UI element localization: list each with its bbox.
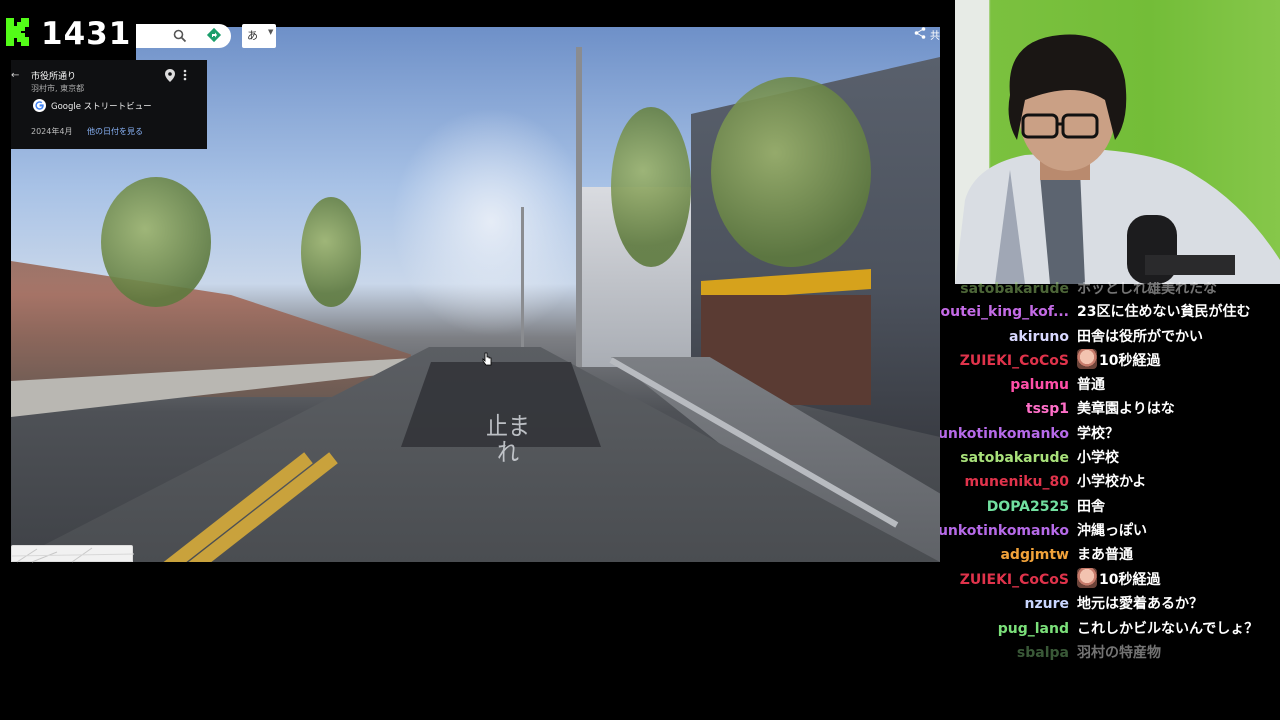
chat-username[interactable]: palumu (1010, 373, 1069, 397)
chat-message: unkotinkomanko 学校？ (940, 422, 1280, 446)
chat-message: akiruno 田舎は役所がでかい (940, 325, 1280, 349)
road-marking: 止まれ (485, 413, 530, 468)
tree (301, 197, 361, 307)
webcam-feed (955, 0, 1280, 284)
viewer-counter: 1431 (41, 16, 132, 52)
chat-text-content: 小学校かよ (1077, 474, 1147, 490)
tree (711, 77, 871, 267)
chat-username[interactable]: muneniku_80 (964, 470, 1069, 494)
back-arrow-icon[interactable]: ← (11, 70, 19, 81)
chat-text-content: 小学校 (1077, 450, 1119, 466)
minimap[interactable] (11, 545, 134, 563)
chat-username[interactable]: sbalpa (1017, 641, 1069, 662)
chat-username[interactable]: ZUIEKI_CoCoS (960, 349, 1069, 373)
chat-message: satobakarude ホッとしれ雄美れたな (940, 282, 1280, 301)
chat-message: tssp1 美章園よりはな (940, 397, 1280, 421)
chat-text-content: 沖縄っぽい (1077, 523, 1147, 539)
capture-date: 2024年4月 (31, 127, 73, 136)
chat-message: satobakarude 小学校 (940, 446, 1280, 470)
chat-message: unkotinkomanko 沖縄っぽい (940, 519, 1280, 543)
tree (611, 107, 691, 267)
chat-text: 小学校 (1077, 446, 1119, 470)
streamer-video (955, 0, 1280, 284)
caret-down-icon[interactable]: ▼ (268, 28, 273, 36)
chat-text: 小学校かよ (1077, 470, 1146, 494)
location-title: 市役所通り (31, 72, 77, 82)
chat-text-content: 羽村の特産物 (1077, 645, 1161, 661)
chat-text-content: これしかビルないんでしょ？ (1077, 621, 1259, 637)
chat-text-content: 10秒経過 (1099, 353, 1161, 369)
chat-text-content: 10秒経過 (1099, 572, 1161, 588)
chat-text: 田舎 (1077, 495, 1105, 519)
chat-message: palumu 普通 (940, 373, 1280, 397)
chat-text-content: 田舎は役所がでかい (1077, 329, 1203, 345)
share-icon[interactable] (914, 27, 926, 39)
chat-text: 普通 (1077, 373, 1105, 397)
chat-text: 田舎は役所がでかい (1077, 325, 1203, 349)
chat-username[interactable]: unkotinkomanko (940, 422, 1069, 446)
emote-icon (1077, 568, 1097, 588)
search-icon[interactable] (172, 28, 188, 44)
chat-username[interactable]: satobakarude (960, 282, 1069, 301)
chat-text: ホッとしれ雄美れたな (1077, 282, 1217, 301)
emote-icon (1077, 349, 1097, 369)
utility-pole (521, 207, 524, 347)
hand-cursor-icon (482, 352, 492, 366)
chat-username[interactable]: akiruno (1009, 325, 1069, 349)
chat-text-content: 23区に住めない貧民が住む (1077, 304, 1251, 320)
chat-text-content: まあ普通 (1077, 547, 1133, 563)
chat-username[interactable]: unkotinkomanko (940, 519, 1069, 543)
share-label[interactable]: 共 (930, 27, 940, 42)
utility-pole (576, 47, 582, 367)
chat-message: DOPA2525 田舎 (940, 495, 1280, 519)
other-dates-link[interactable]: 他の日付を見る (87, 126, 143, 137)
chat-text: 10秒経過 (1077, 568, 1160, 592)
chat-text: 学校？ (1077, 422, 1119, 446)
minimap-roads (12, 547, 134, 563)
chat-text: 10秒経過 (1077, 349, 1160, 373)
chat-text: 羽村の特産物 (1077, 641, 1161, 662)
imagery-provider: Google ストリートビュー (51, 102, 152, 112)
google-logo-icon (33, 99, 46, 112)
chat-username[interactable]: ZUIEKI_CoCoS (960, 568, 1069, 592)
chat-username[interactable]: adgjmtw (1000, 543, 1069, 567)
chat-text: 23区に住めない貧民が住む (1077, 300, 1250, 324)
chat-message: adgjmtw まあ普通 (940, 543, 1280, 567)
chat-text: 沖縄っぽい (1077, 519, 1147, 543)
chat-message: pug_land これしかビルないんでしょ？ (940, 617, 1280, 641)
chat-text-content: 美章園よりはな (1077, 401, 1175, 417)
chat-text-content: 田舎 (1077, 499, 1105, 515)
location-subtitle: 羽村市, 東京都 (31, 84, 85, 93)
chat-username[interactable]: tssp1 (1026, 397, 1069, 421)
chat-message: doutei_king_kof... 23区に住めない貧民が住む (940, 300, 1280, 324)
more-vert-icon[interactable] (183, 69, 187, 81)
chat-message: nzure 地元は愛着あるか？ (940, 592, 1280, 616)
chat-text-content: 普通 (1077, 377, 1105, 393)
chat-text: 美章園よりはな (1077, 397, 1175, 421)
kick-logo-icon (6, 18, 29, 46)
chat-username[interactable]: nzure (1025, 592, 1069, 616)
chat-username[interactable]: DOPA2525 (987, 495, 1069, 519)
chat-message: ZUIEKI_CoCoS 10秒経過 (940, 349, 1280, 373)
tree (101, 177, 211, 307)
chat-text: まあ普通 (1077, 543, 1133, 567)
chat-username[interactable]: pug_land (998, 617, 1069, 641)
chat-username[interactable]: satobakarude (960, 446, 1069, 470)
chat-text-content: 地元は愛着あるか？ (1077, 596, 1203, 612)
chat-text-content: 学校？ (1077, 426, 1119, 442)
chat-username[interactable]: doutei_king_kof... (940, 300, 1069, 324)
chat-message: ZUIEKI_CoCoS 10秒経過 (940, 568, 1280, 592)
chat-panel: satobakarude ホッとしれ雄美れたな doutei_king_kof...… (940, 282, 1280, 662)
chat-message: muneniku_80 小学校かよ (940, 470, 1280, 494)
directions-icon[interactable] (206, 27, 222, 43)
sky (391, 107, 591, 337)
map-pin-icon[interactable] (165, 69, 175, 82)
chat-text: これしかビルないんでしょ？ (1077, 617, 1258, 641)
chat-message: sbalpa 羽村の特産物 (940, 641, 1280, 662)
chat-text: 地元は愛着あるか？ (1077, 592, 1203, 616)
chat-text-content: ホッとしれ雄美れたな (1077, 282, 1217, 297)
